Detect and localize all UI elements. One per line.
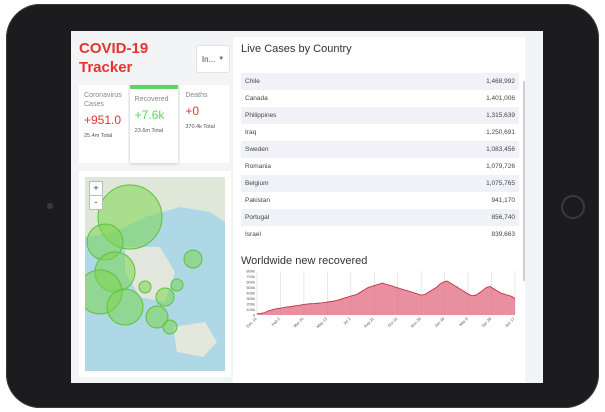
bubble[interactable]: [170, 278, 184, 292]
country-name: Romania: [245, 163, 272, 170]
country-name: Belgium: [245, 180, 269, 187]
table-row[interactable]: Iraq 1,250,691: [241, 124, 519, 141]
case-count: 839,663: [491, 231, 516, 238]
x-tick-label: Jun 17: [504, 316, 517, 329]
cases-value: +951.0: [84, 113, 122, 127]
case-count: 1,315,639: [486, 112, 515, 119]
y-tick-label: 700k: [246, 274, 255, 279]
recovered-label: Recovered: [134, 96, 169, 103]
recovered-card[interactable]: Recovered +7.6k 23.6m Total: [129, 85, 179, 163]
country-name: Sweden: [245, 146, 269, 153]
front-camera-icon: [47, 203, 53, 209]
table-row[interactable]: Chile 1,468,992: [241, 73, 519, 90]
case-count: 941,170: [491, 197, 516, 204]
country-name: Chile: [245, 78, 260, 85]
case-count: 1,075,765: [486, 180, 515, 187]
cases-label: Coronavirus Cases: [84, 92, 122, 108]
country-name: Pakistan: [245, 197, 270, 204]
table-row[interactable]: Belgium 1,075,765: [241, 175, 519, 192]
y-tick-label: 800k: [246, 269, 255, 274]
app-title: COVID-19 Tracker: [79, 40, 149, 76]
zoom-out-button[interactable]: -: [90, 195, 102, 209]
table-row[interactable]: Israel 839,663: [241, 226, 519, 243]
bubble[interactable]: [155, 287, 175, 307]
stat-cards: Coronavirus Cases +951.0 25.4m Total Rec…: [79, 85, 230, 163]
x-tick-label: Aug 21: [362, 316, 375, 329]
recovered-chart: 800k700k600k500k400k300k200k100k0Dec 14 F…: [245, 269, 517, 329]
y-tick-label: 100k: [246, 307, 255, 312]
cases-card[interactable]: Coronavirus Cases +951.0 25.4m Total: [79, 85, 128, 163]
deaths-value: +0: [185, 104, 200, 118]
table-row[interactable]: Sweden 1,083,456: [241, 141, 519, 158]
case-count: 1,079,726: [486, 163, 515, 170]
country-name: Canada: [245, 95, 268, 102]
x-tick-label: Feb 2: [270, 316, 281, 327]
x-tick-label: Dec 14: [245, 316, 258, 329]
live-cases-title: Live Cases by Country: [241, 43, 352, 55]
world-map[interactable]: + -: [85, 177, 225, 371]
area-fill: [257, 280, 515, 315]
country-select[interactable]: In... ▼: [196, 45, 230, 73]
cases-total: 25.4m Total: [84, 133, 113, 139]
left-panel: COVID-19 Tracker In... ▼ Coronavirus Cas…: [71, 31, 233, 383]
x-tick-label: Mar 24: [292, 316, 305, 329]
deaths-card[interactable]: Deaths +0 370.4k Total: [180, 85, 230, 163]
country-name: Philippines: [245, 112, 277, 119]
app-screen: COVID-19 Tracker In... ▼ Coronavirus Cas…: [71, 31, 543, 383]
right-panel: Live Cases by Country Chile 1,468,992 Cana…: [233, 37, 525, 383]
map-land-australia: [173, 322, 217, 357]
case-count: 1,083,456: [486, 146, 515, 153]
case-count: 1,468,992: [486, 78, 515, 85]
x-tick-label: May 13: [315, 316, 328, 329]
case-count: 1,401,006: [486, 95, 515, 102]
y-tick-label: 300k: [246, 296, 255, 301]
chart-title: Worldwide new recovered: [241, 255, 368, 267]
deaths-total: 370.4k Total: [185, 124, 215, 130]
x-tick-label: Jul 2: [342, 316, 352, 326]
map-svg: [85, 177, 225, 357]
table-row[interactable]: Philippines 1,315,639: [241, 107, 519, 124]
bubble[interactable]: [106, 288, 144, 326]
table-row[interactable]: Portugal 856,740: [241, 209, 519, 226]
table-row[interactable]: Romania 1,079,726: [241, 158, 519, 175]
x-tick-label: Oct 10: [387, 316, 399, 328]
y-tick-label: 500k: [246, 285, 255, 290]
zoom-in-button[interactable]: +: [90, 182, 102, 195]
country-name: Portugal: [245, 214, 270, 221]
x-tick-label: Mar 9: [458, 316, 469, 327]
table-row[interactable]: Canada 1,401,006: [241, 90, 519, 107]
country-select-value: In...: [201, 54, 216, 64]
y-tick-label: 200k: [246, 302, 255, 307]
map-panel: + -: [79, 171, 231, 377]
table-scrollbar[interactable]: [523, 81, 525, 281]
home-button[interactable]: [561, 195, 585, 219]
y-tick-label: 600k: [246, 280, 255, 285]
country-name: Iraq: [245, 129, 257, 136]
recovered-value: +7.6k: [134, 108, 165, 122]
case-count: 1,250,691: [486, 129, 515, 136]
x-tick-label: Nov 29: [409, 316, 422, 329]
table-row[interactable]: Pakistan 941,170: [241, 192, 519, 209]
bubble[interactable]: [162, 319, 178, 335]
recovered-total: 23.6m Total: [134, 128, 164, 134]
bubble[interactable]: [138, 280, 152, 294]
bubble[interactable]: [183, 249, 203, 269]
case-count: 856,740: [491, 214, 516, 221]
x-tick-label: Jan 18: [433, 316, 446, 329]
live-cases-table[interactable]: Chile 1,468,992 Canada 1,401,006 Philippines…: [241, 73, 519, 243]
x-tick-label: Apr 28: [480, 316, 492, 328]
chevron-down-icon: ▼: [218, 56, 225, 62]
deaths-label: Deaths: [185, 92, 208, 99]
zoom-control: + -: [89, 181, 103, 210]
country-name: Israel: [245, 231, 261, 238]
y-tick-label: 400k: [246, 291, 255, 296]
